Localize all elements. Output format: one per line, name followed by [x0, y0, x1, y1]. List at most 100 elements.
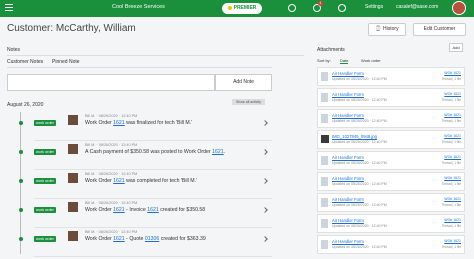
status-badge: work order	[34, 236, 56, 242]
entry-text-part: - Quote	[124, 236, 145, 242]
status-badge: work order	[34, 149, 56, 155]
attachment-item[interactable]: Air Handler Form Updated on 08/26/2020 · …	[317, 193, 465, 212]
attachment-thread: Thread | 1 file	[441, 203, 461, 207]
history-button[interactable]: ⌚ History	[368, 23, 406, 36]
avatar	[68, 115, 78, 125]
work-order-link[interactable]: WO# 1621	[444, 134, 461, 138]
entry-text-part: Work Order	[85, 120, 114, 126]
activity-entry[interactable]: work order Bill M. · 08/26/2020 · 12:40 P…	[7, 228, 272, 257]
attachment-item[interactable]: Air Handler Form Updated on 08/26/2020 · …	[317, 109, 465, 128]
edit-customer-button[interactable]: Edit Customer	[413, 23, 466, 36]
avatar	[68, 173, 78, 183]
attachment-name[interactable]: Air Handler Form	[332, 218, 364, 223]
work-order-link[interactable]: WO# 1621	[444, 218, 461, 222]
avatar	[68, 231, 78, 241]
work-order-link[interactable]: WO# 1621	[444, 176, 461, 180]
attachment-name[interactable]: Air Handler Form	[332, 197, 364, 202]
attachment-thread: Thread | 1 file	[441, 98, 461, 102]
sort-date[interactable]: Date	[340, 58, 349, 64]
attachment-item[interactable]: Air Handler Form Updated on 08/26/2020 · …	[317, 151, 465, 170]
document-link[interactable]: 1621	[147, 207, 159, 213]
document-icon	[321, 93, 328, 102]
entry-meta: Bill M. · 08/26/2020 · 12:40 PM	[85, 172, 138, 176]
document-icon	[321, 177, 328, 186]
note-input[interactable]	[7, 74, 215, 91]
premier-badge[interactable]: PREMIER	[222, 3, 262, 14]
activity-entry[interactable]: work order Bill M. · 08/26/2020 · 12:40 P…	[7, 170, 272, 199]
attachment-name[interactable]: Air Handler Form	[332, 113, 364, 118]
add-attachment-button[interactable]: Add	[449, 43, 463, 52]
work-order-link[interactable]: WO# 1621	[444, 197, 461, 201]
attachment-updated: Updated on 08/26/2020 · 12:40 PM	[332, 140, 387, 144]
entry-meta: Bill M. · 08/26/2020 · 12:40 PM	[85, 143, 138, 147]
show-all-activity-button[interactable]: Show all activity	[232, 99, 265, 105]
sort-work-order[interactable]: Work order	[361, 58, 381, 63]
chat-icon[interactable]	[288, 4, 296, 12]
entry-text-part: Work Order	[85, 178, 114, 184]
camera-icon: ⌚	[375, 26, 384, 32]
notes-heading: Notes	[7, 47, 21, 53]
document-link[interactable]: 01306	[145, 236, 159, 242]
work-order-link[interactable]: 1621	[113, 120, 125, 126]
attachment-updated: Updated on 08/26/2020 · 12:40 PM	[332, 161, 387, 165]
attachment-item[interactable]: Air Handler Form Updated on 08/26/2020 · …	[317, 235, 465, 254]
work-order-link[interactable]: 1621	[113, 207, 125, 213]
chevron-right-icon[interactable]	[262, 120, 268, 126]
avatar	[68, 144, 78, 154]
timeline-dot	[19, 121, 23, 125]
attachment-item[interactable]: Air Handler Form Updated on 08/26/2020 · …	[317, 88, 465, 107]
entry-text-part: A Cash payment of $350.58 was posted to …	[85, 149, 213, 155]
work-order-link[interactable]: 1621	[212, 149, 224, 155]
activity-entry[interactable]: work order Bill M. · 08/26/2020 · 12:40 P…	[7, 199, 272, 228]
entry-text: Work Order 1621 - Quote 01306 created fo…	[85, 236, 206, 242]
entry-text-part: was completed for tech 'Bill M.'	[124, 178, 198, 184]
phone-icon[interactable]	[338, 4, 346, 12]
activity-entry[interactable]: work order Bill M. · 08/26/2020 · 12:40 P…	[7, 112, 272, 141]
chevron-right-icon[interactable]	[262, 149, 268, 155]
attachment-name[interactable]: Air Handler Form	[332, 239, 364, 244]
work-order-link[interactable]: WO# 1621	[444, 71, 461, 75]
work-order-link[interactable]: 1621	[113, 236, 125, 242]
attachment-updated: Updated on 08/26/2020 · 12:40 PM	[332, 98, 387, 102]
premier-label: PREMIER	[233, 5, 257, 11]
attachment-name[interactable]: Air Handler Form	[332, 71, 364, 76]
work-order-link[interactable]: WO# 1621	[444, 155, 461, 159]
status-badge: work order	[34, 178, 56, 184]
chevron-right-icon[interactable]	[262, 236, 268, 242]
entry-text-part: - Invoice	[124, 207, 148, 213]
divider	[7, 67, 272, 68]
work-order-link[interactable]: WO# 1621	[444, 113, 461, 117]
sort-label: Sort by:	[317, 58, 331, 63]
work-order-link[interactable]: 1621	[113, 178, 125, 184]
attachment-name[interactable]: Air Handler Form	[332, 155, 364, 160]
entry-text-part: Work Order	[85, 207, 114, 213]
menu-icon[interactable]	[5, 4, 13, 12]
entry-meta: Bill M. · 08/26/2020 · 12:40 PM	[85, 201, 138, 205]
entry-meta: Bill M. · 08/26/2020 · 12:40 PM	[85, 114, 138, 118]
avatar[interactable]	[452, 1, 466, 15]
chevron-right-icon[interactable]	[262, 178, 268, 184]
user-email[interactable]: casalef@sase.com	[396, 4, 438, 10]
attachment-name[interactable]: IMG_1027845_0948.jpg	[332, 134, 377, 139]
attachment-thread: Thread | 1 file	[441, 161, 461, 165]
attachment-item[interactable]: IMG_1027845_0948.jpg Updated on 08/26/202…	[317, 130, 465, 149]
entry-text-part: .	[223, 149, 226, 155]
attachment-thread: Thread | 1 file	[441, 245, 461, 249]
tab-pinned-note[interactable]: Pinned Note	[52, 59, 80, 65]
work-order-link[interactable]: WO# 1621	[444, 239, 461, 243]
attachment-item[interactable]: Air Handler Form Updated on 08/26/2020 · …	[317, 67, 465, 86]
attachment-updated: Updated on 08/26/2020 · 12:40 PM	[332, 77, 387, 81]
attachment-item[interactable]: Air Handler Form Updated on 08/26/2020 · …	[317, 172, 465, 191]
chevron-right-icon[interactable]	[262, 207, 268, 213]
attachment-name[interactable]: Air Handler Form	[332, 92, 364, 97]
attachment-name[interactable]: Air Handler Form	[332, 176, 364, 181]
add-note-button[interactable]: Add Note	[215, 74, 272, 91]
entry-text-part: created for $363.39	[159, 236, 206, 242]
settings-link[interactable]: Settings	[365, 4, 383, 10]
status-badge: work order	[34, 207, 56, 213]
star-icon	[227, 5, 232, 10]
activity-entry[interactable]: work order Bill M. · 08/26/2020 · 12:40 P…	[7, 141, 272, 170]
attachment-updated: Updated on 08/26/2020 · 12:40 PM	[332, 182, 387, 186]
work-order-link[interactable]: WO# 1621	[444, 92, 461, 96]
attachment-item[interactable]: Air Handler Form Updated on 08/26/2020 · …	[317, 214, 465, 233]
